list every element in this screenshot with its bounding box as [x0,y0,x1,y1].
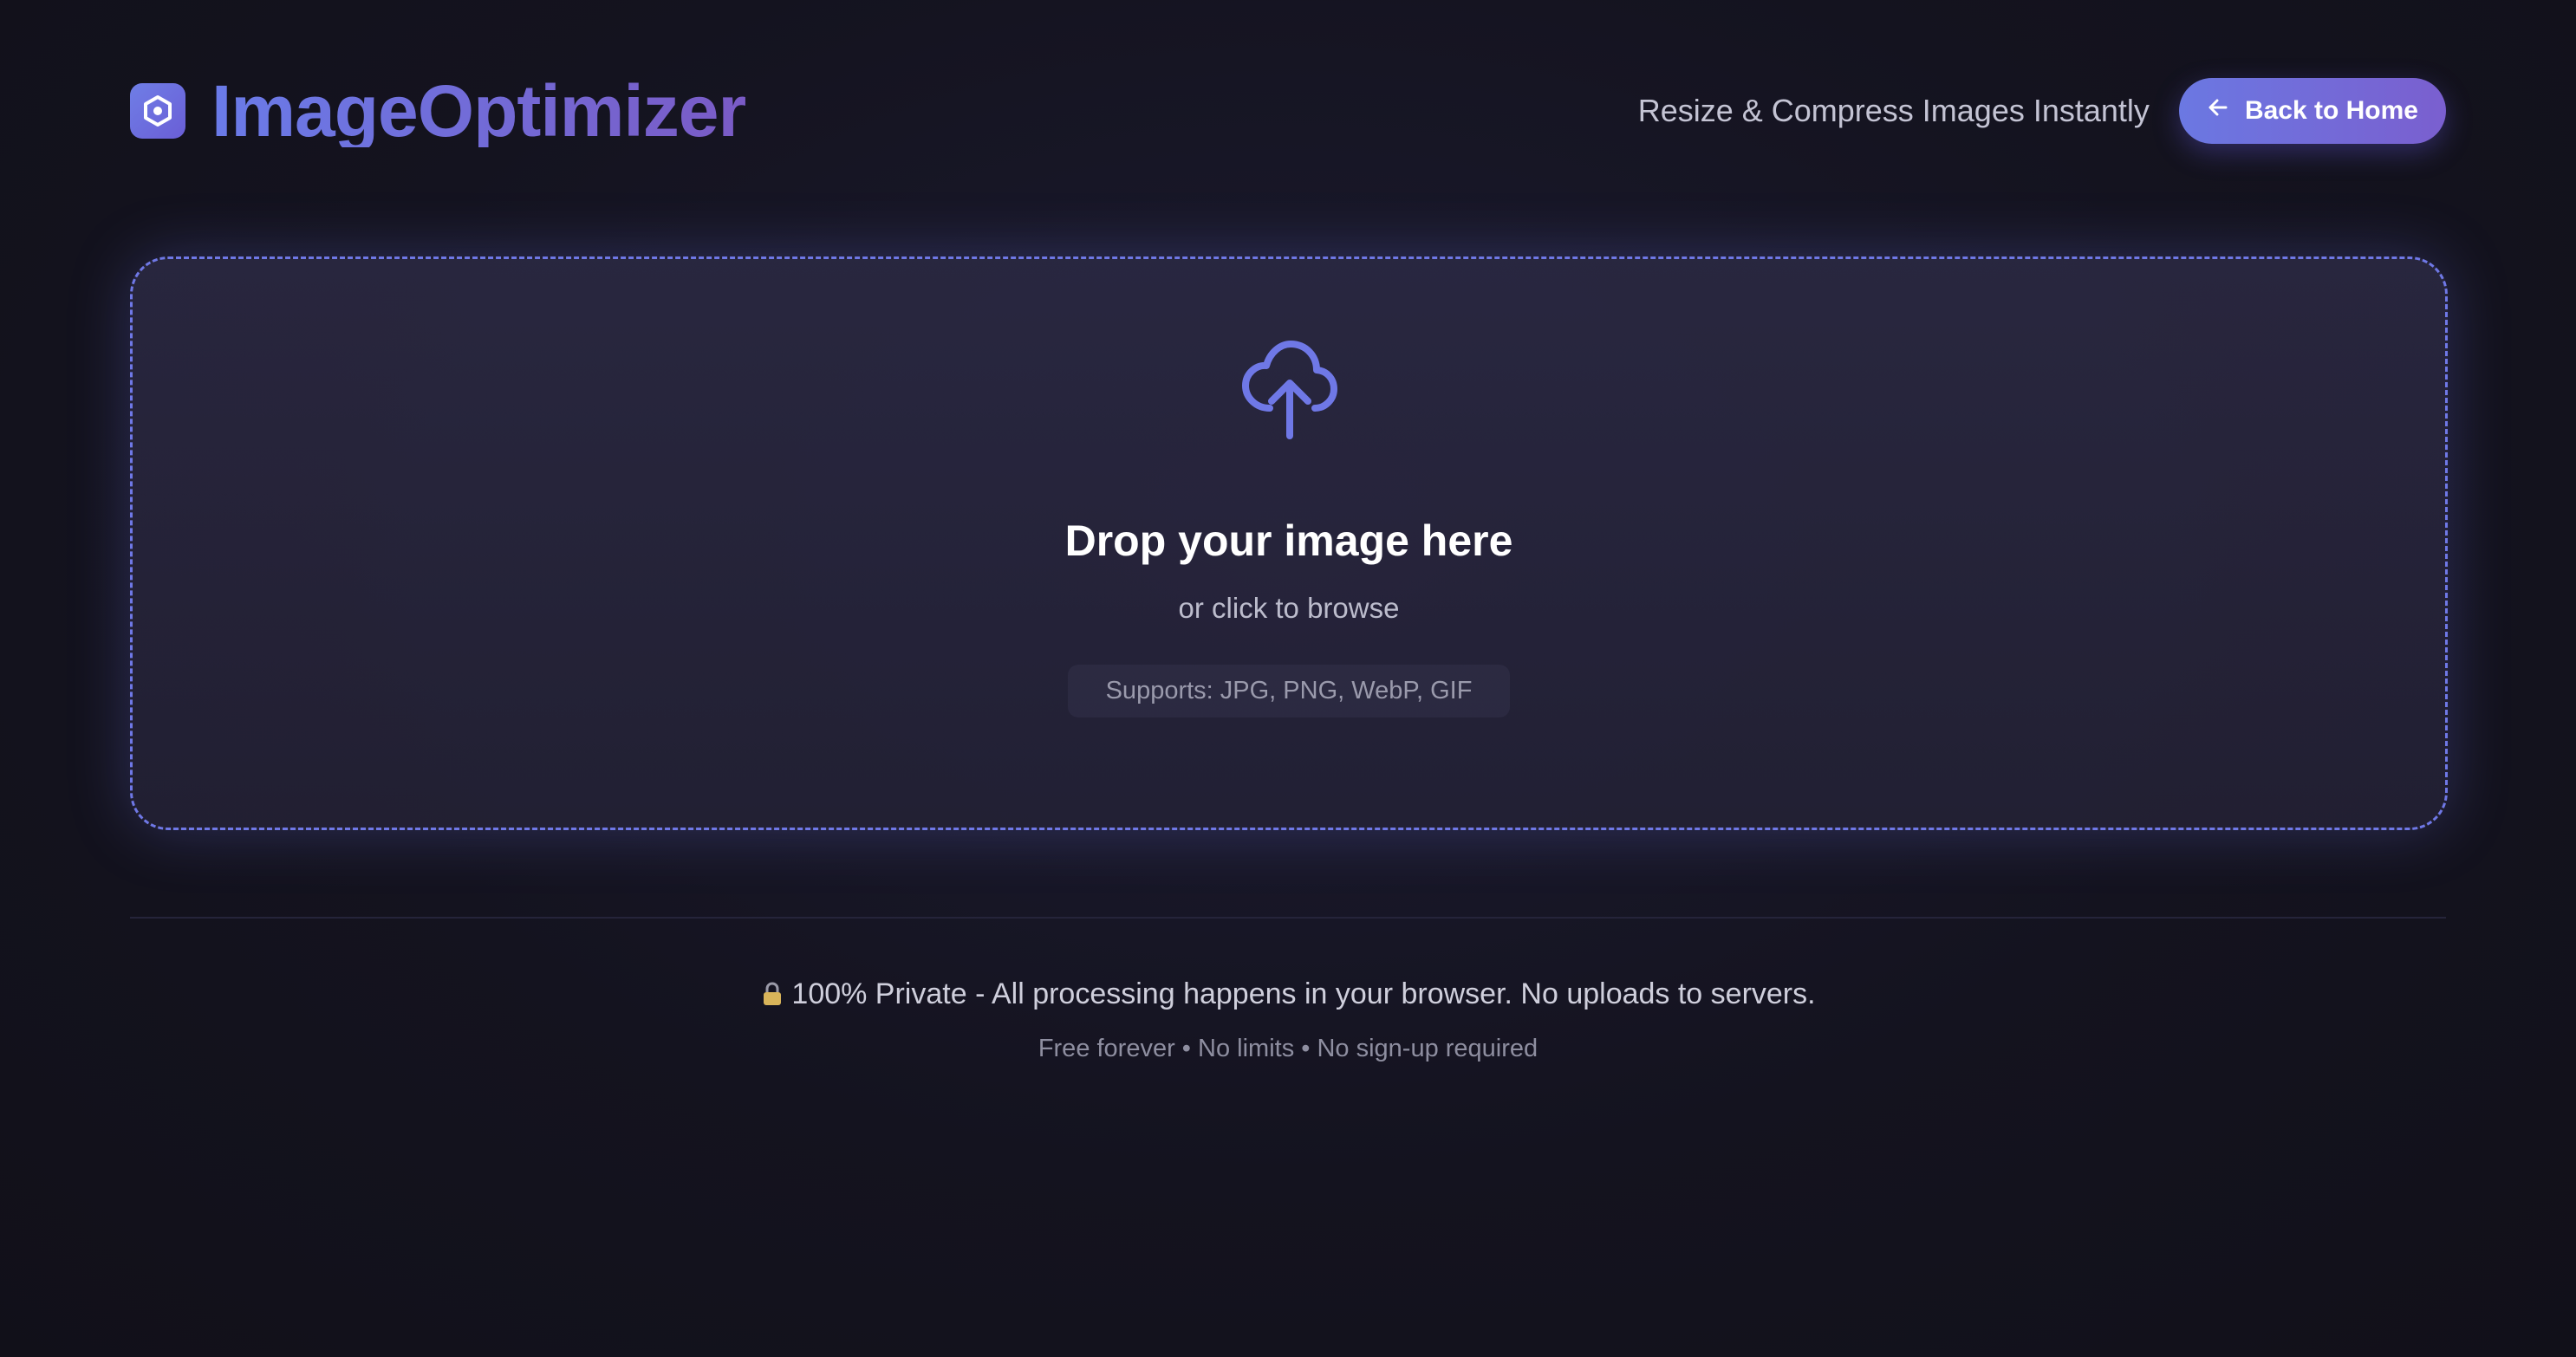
lock-icon [760,981,784,1015]
hexagon-logo-icon [130,83,185,139]
brand[interactable]: ImageOptimizer [130,70,746,152]
header: ImageOptimizer Resize & Compress Images … [130,59,2446,163]
dropzone-subtitle: or click to browse [1178,592,1400,624]
tagline: Resize & Compress Images Instantly [1637,93,2150,128]
brand-name: ImageOptimizer [211,70,746,152]
image-dropzone[interactable]: Drop your image here or click to browse … [130,256,2448,830]
divider [130,917,2446,919]
footnote: Free forever • No limits • No sign-up re… [1038,1035,1538,1062]
dropzone-title: Drop your image here [1064,516,1513,565]
privacy-text: 100% Private - All processing happens in… [791,977,1816,1010]
supported-formats: Supports: JPG, PNG, WebP, GIF [1067,665,1511,717]
back-to-home-label: Back to Home [2244,96,2418,125]
privacy-notice: 100% Private - All processing happens in… [0,977,2576,1015]
arrow-left-icon [2207,96,2229,126]
cloud-upload-icon [1242,341,1337,439]
back-to-home-button[interactable]: Back to Home [2178,78,2446,144]
header-right: Resize & Compress Images Instantly Back … [1638,78,2446,144]
